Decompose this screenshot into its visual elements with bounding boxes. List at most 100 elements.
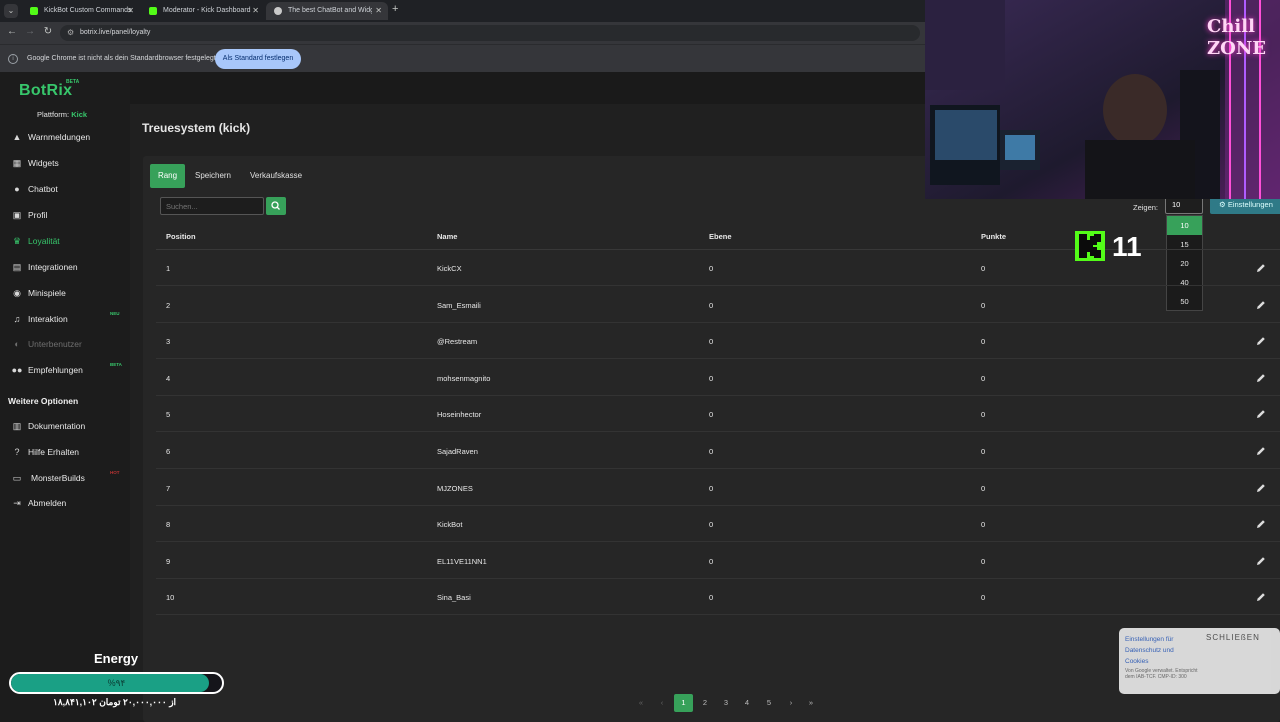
- sidebar-item-dokumentation[interactable]: ▥ Dokumentation: [0, 416, 130, 436]
- cell-points: 0: [981, 300, 986, 310]
- sidebar-item-label: Abmelden: [28, 498, 67, 508]
- sidebar-item-label: Chatbot: [28, 184, 58, 194]
- pagination-page[interactable]: 2: [697, 694, 713, 712]
- loyalty-card: Rang Speichern Verkaufskasse Zeigen: 10 …: [143, 156, 1280, 722]
- sidebar-item-abmelden[interactable]: ⇥ Abmelden: [0, 493, 130, 513]
- info-icon: i: [8, 54, 18, 64]
- search-button[interactable]: [266, 197, 286, 215]
- cell-name: SajadRaven: [437, 447, 478, 456]
- cookie-close-button[interactable]: SCHLIEßEN: [1206, 633, 1260, 642]
- id-card-icon: ▣: [12, 210, 22, 220]
- back-arrow-icon[interactable]: ←: [5, 26, 19, 37]
- gear-icon: ⚙: [1219, 200, 1226, 209]
- pagination-page[interactable]: 1: [674, 694, 693, 712]
- cell-level: 0: [709, 300, 714, 310]
- edit-pencil-icon[interactable]: [1255, 262, 1267, 274]
- close-icon[interactable]: ✕: [127, 2, 134, 20]
- cell-level: 0: [709, 593, 714, 603]
- edit-pencil-icon[interactable]: [1255, 591, 1267, 603]
- edit-pencil-icon[interactable]: [1255, 445, 1267, 457]
- pagination-page[interactable]: 4: [739, 694, 755, 712]
- forward-arrow-icon[interactable]: →: [23, 26, 37, 37]
- book-icon: ▥: [12, 421, 22, 431]
- cell-position: 4: [166, 373, 171, 383]
- cell-points: 0: [981, 264, 986, 273]
- cell-position: 5: [166, 410, 171, 420]
- sidebar-item-chatbot[interactable]: ● Chatbot: [0, 179, 130, 199]
- reload-icon[interactable]: ↻: [41, 26, 55, 37]
- tab-rang[interactable]: Rang: [150, 164, 185, 188]
- dropdown-option[interactable]: 10: [1167, 216, 1202, 235]
- cell-points: 0: [981, 337, 986, 347]
- kick-logo-icon: [1075, 231, 1105, 261]
- neon-sign: Chill ZONE: [1207, 16, 1266, 59]
- sidebar-item-profil[interactable]: ▣ Profil: [0, 205, 130, 225]
- site-info-icon[interactable]: ⚙: [67, 25, 74, 41]
- browser-tab-moderator[interactable]: Moderator - Kick Dashboard ✕: [141, 2, 265, 20]
- cookie-settings-link[interactable]: Einstellungen für Datenschutz und Cookie…: [1125, 634, 1197, 667]
- pagination-prev[interactable]: ‹: [654, 694, 670, 712]
- edit-pencil-icon[interactable]: [1255, 335, 1267, 347]
- column-header-name[interactable]: Name: [437, 232, 457, 241]
- table-row: 10 Sina_Basi 0 0: [156, 579, 1280, 616]
- cell-level: 0: [709, 410, 714, 420]
- sidebar-item-integrationen[interactable]: ▤ Integrationen: [0, 257, 130, 277]
- edit-pencil-icon[interactable]: [1255, 299, 1267, 311]
- plug-icon: ▤: [12, 262, 22, 272]
- sidebar-item-empfehlungen[interactable]: ●● Empfehlungen BETA: [0, 360, 130, 380]
- cell-position: 9: [166, 556, 171, 566]
- edit-pencil-icon[interactable]: [1255, 408, 1267, 420]
- cookie-note: Von Google verwaltet. Entspricht dem IAB…: [1125, 668, 1198, 680]
- sidebar-item-minispiele[interactable]: ◉ Minispiele: [0, 283, 130, 303]
- search-input[interactable]: [160, 197, 264, 215]
- column-header-points[interactable]: Punkte: [981, 232, 1006, 241]
- webcam-overlay: Chill ZONE: [925, 0, 1280, 199]
- sidebar-item-interaktion[interactable]: ♫ Interaktion NEU: [0, 309, 130, 329]
- table-row: 4 mohsenmagnito 0 0: [156, 360, 1280, 396]
- edit-pencil-icon[interactable]: [1255, 555, 1267, 567]
- cell-name: @Restream: [437, 337, 478, 347]
- column-header-level[interactable]: Ebene: [709, 232, 732, 241]
- new-tab-plus-icon[interactable]: +: [392, 3, 398, 15]
- tab-verkaufskasse[interactable]: Verkaufskasse: [243, 164, 309, 188]
- cell-name: MJZONES: [437, 483, 473, 493]
- pagination-page[interactable]: 5: [761, 694, 777, 712]
- url-text: botrix.live/panel/loyalty: [80, 29, 151, 36]
- sidebar-item-warnmeldungen[interactable]: ▲ Warnmeldungen: [0, 127, 130, 147]
- sidebar-item-monsterbuilds[interactable]: ▭ MonsterBuilds HOT: [0, 468, 130, 488]
- botrix-logo[interactable]: BotRix: [19, 82, 72, 100]
- tab-speichern[interactable]: Speichern: [189, 164, 237, 188]
- set-default-button[interactable]: Als Standard festlegen: [215, 49, 301, 69]
- music-icon: ♫: [13, 314, 21, 324]
- tab-search-button[interactable]: ⌄: [4, 4, 18, 18]
- sidebar-item-unterbenutzer[interactable]: ◐ Unterbenutzer: [0, 334, 130, 354]
- table-row: 3 @Restream 0 0: [156, 323, 1280, 360]
- edit-pencil-icon[interactable]: [1255, 372, 1267, 384]
- energy-progress-bar: %۹۴: [9, 672, 224, 694]
- bell-icon: ▲: [12, 132, 22, 142]
- sidebar-item-widgets[interactable]: ▦ Widgets: [0, 153, 130, 173]
- page-size-value: 10: [1172, 200, 1181, 209]
- sidebar-item-label: Minispiele: [28, 288, 66, 298]
- pagination-last[interactable]: »: [803, 694, 819, 712]
- cell-name: Sam_Esmaili: [437, 300, 481, 310]
- column-header-position[interactable]: Position: [166, 232, 196, 241]
- pagination-first[interactable]: «: [633, 694, 649, 712]
- url-field[interactable]: ⚙ botrix.live/panel/loyalty: [60, 25, 920, 41]
- platform-value: Kick: [71, 110, 88, 119]
- pagination-page[interactable]: 3: [718, 694, 734, 712]
- browser-tab-kickbot[interactable]: KickBot Custom Commands ✕: [22, 2, 140, 20]
- sidebar-item-hilfe[interactable]: ? Hilfe Erhalten: [0, 442, 130, 462]
- close-icon[interactable]: ✕: [375, 2, 382, 20]
- browser-tab-botrix[interactable]: The best ChatBot and Widgets ✕: [266, 2, 388, 20]
- cell-level: 0: [709, 373, 714, 383]
- edit-pencil-icon[interactable]: [1255, 482, 1267, 494]
- pagination-next[interactable]: ›: [783, 694, 799, 712]
- cell-name: mohsenmagnito: [437, 373, 491, 383]
- cell-points: 0: [981, 483, 986, 493]
- sidebar-item-loyalitaet[interactable]: ♛ Loyalität: [0, 231, 130, 251]
- edit-pencil-icon[interactable]: [1255, 518, 1267, 530]
- cell-level: 0: [709, 264, 714, 273]
- close-icon[interactable]: ✕: [252, 2, 259, 20]
- cell-position: 1: [166, 264, 171, 273]
